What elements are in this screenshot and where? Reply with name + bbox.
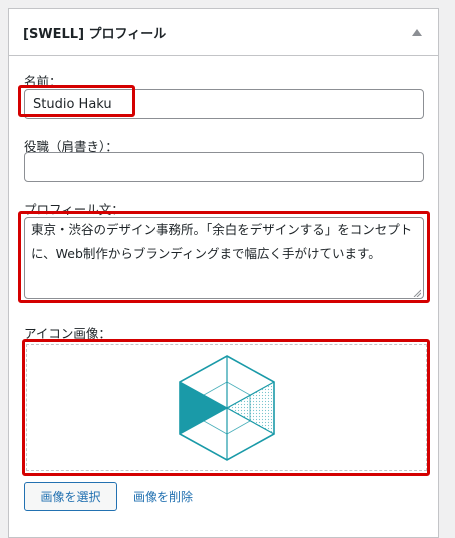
icon-image-label: アイコン画像：: [24, 326, 111, 341]
resize-grip-icon[interactable]: [413, 289, 421, 297]
profile-text-label: プロフィール文：: [24, 202, 124, 217]
profile-widget: [SWELL] プロフィール 名前： 役職（肩書き）： プロフィール文： 東京・…: [8, 8, 439, 538]
role-input[interactable]: [24, 152, 424, 182]
select-image-button[interactable]: 画像を選択: [24, 482, 117, 511]
delete-image-link[interactable]: 画像を削除: [133, 488, 193, 505]
name-input[interactable]: [24, 89, 424, 119]
name-label: 名前：: [24, 74, 62, 89]
icon-image-preview[interactable]: [26, 344, 427, 471]
profile-text-textarea[interactable]: 東京・渋谷のデザイン事務所。「余白をデザインする」をコンセプトに、Web制作から…: [24, 217, 424, 299]
widget-title: [SWELL] プロフィール: [23, 26, 167, 42]
hexagon-logo-icon: [178, 354, 275, 461]
widget-header[interactable]: [SWELL] プロフィール: [9, 9, 438, 56]
arrow-up-icon[interactable]: [410, 25, 424, 39]
